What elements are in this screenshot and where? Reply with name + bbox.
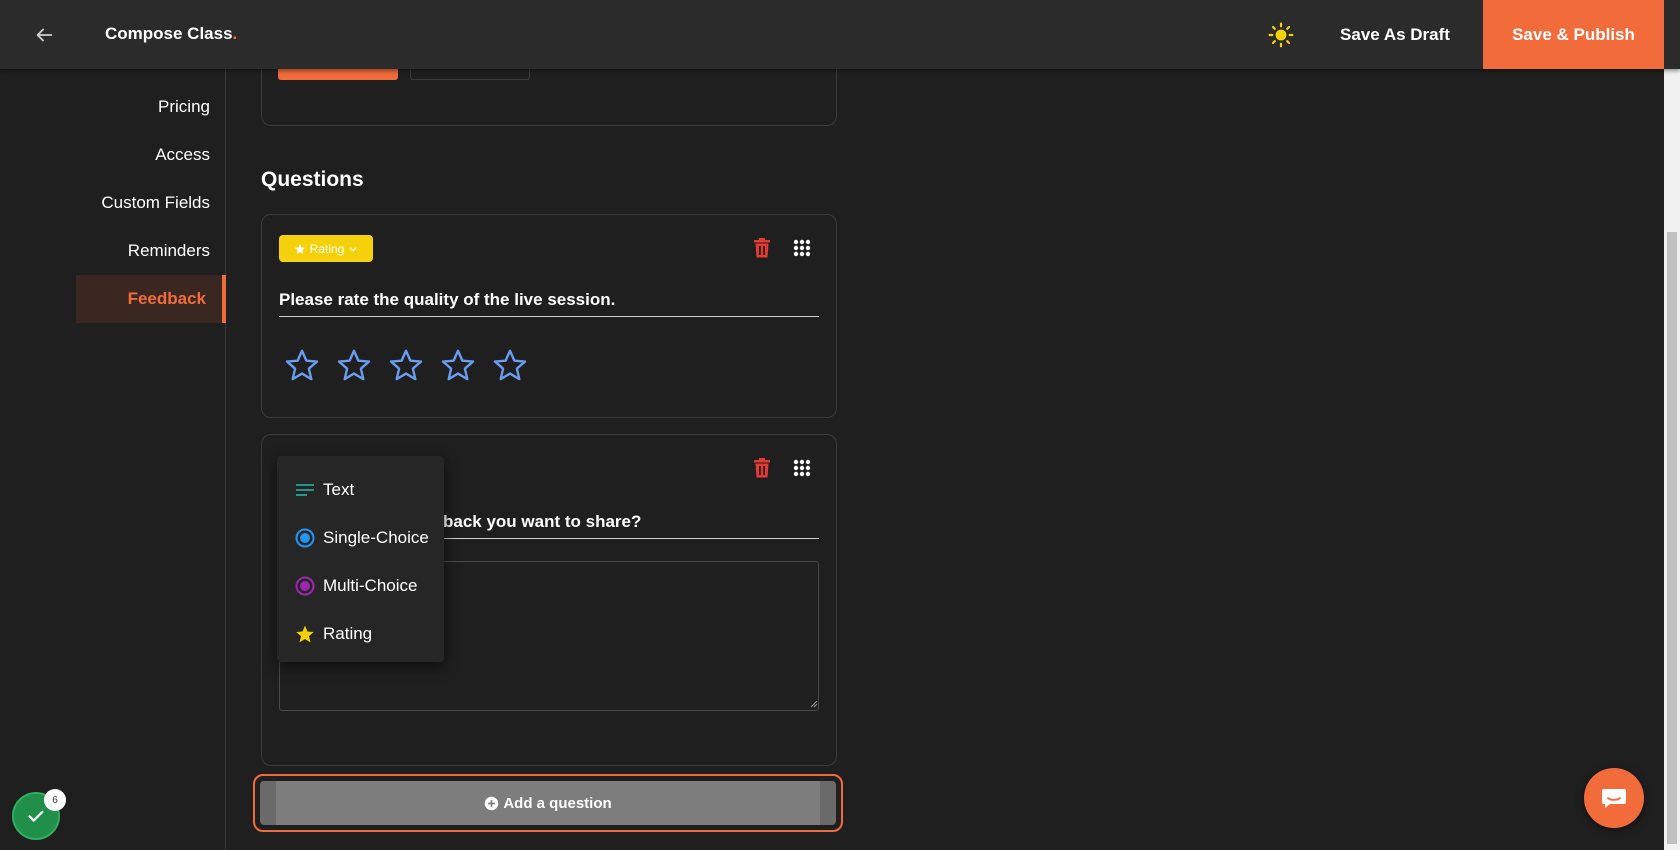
delete-question-button[interactable] xyxy=(749,235,775,261)
radio-icon xyxy=(295,528,315,548)
sun-icon xyxy=(1268,22,1294,48)
text-lines-icon xyxy=(295,480,315,500)
menu-item-label: Single-Choice xyxy=(323,528,429,547)
delete-question-button[interactable] xyxy=(749,455,775,481)
star-icon[interactable] xyxy=(388,347,424,383)
chevron-down-icon xyxy=(349,246,357,252)
sidebar-item-feedback[interactable]: Feedback xyxy=(76,275,226,323)
menu-item-multi-choice[interactable]: Multi-Choice xyxy=(277,562,444,610)
sidebar-item-access[interactable]: Access xyxy=(76,131,226,179)
add-question-button[interactable]: Add a question xyxy=(260,781,836,825)
grid-icon xyxy=(793,459,811,477)
question-type-label: Rating xyxy=(309,241,345,256)
menu-item-rating[interactable]: Rating xyxy=(277,610,444,658)
chat-launcher-button[interactable] xyxy=(1584,768,1644,828)
plus-circle-icon xyxy=(485,796,499,810)
star-icon[interactable] xyxy=(284,347,320,383)
chat-icon xyxy=(1602,789,1626,808)
menu-item-text[interactable]: Text xyxy=(277,466,444,514)
star-icon xyxy=(295,624,315,644)
trash-icon xyxy=(754,238,770,258)
star-icon xyxy=(294,243,305,254)
save-and-publish-button[interactable]: Save & Publish xyxy=(1483,0,1664,69)
menu-item-label: Multi-Choice xyxy=(323,576,418,595)
page-title: Compose Class. xyxy=(105,24,237,44)
page-title-text: Compose Class xyxy=(105,24,233,43)
top-bar: Compose Class. Save As Draft Save & Publ… xyxy=(0,0,1680,69)
sidebar-item-pricing[interactable]: Pricing xyxy=(76,83,226,131)
star-icon[interactable] xyxy=(492,347,528,383)
save-as-draft-button[interactable]: Save As Draft xyxy=(1330,0,1460,69)
star-icon[interactable] xyxy=(336,347,372,383)
radio-icon xyxy=(295,576,315,596)
resize-handle-icon[interactable] xyxy=(808,698,818,708)
menu-item-label: Text xyxy=(323,480,355,499)
star-icon[interactable] xyxy=(440,347,476,383)
menu-item-label: Rating xyxy=(323,624,373,643)
question-type-dropdown[interactable]: Rating xyxy=(279,235,373,262)
questions-heading: Questions xyxy=(261,168,364,191)
question-type-menu: Text Single-Choice Multi-Choice Rating xyxy=(277,456,444,662)
check-icon xyxy=(28,810,44,822)
sidebar-item-custom-fields[interactable]: Custom Fields xyxy=(76,179,226,227)
title-dot: . xyxy=(232,24,238,43)
sidebar-item-reminders[interactable]: Reminders xyxy=(76,227,226,275)
question-title-input[interactable]: Please rate the quality of the live sess… xyxy=(279,283,819,317)
scrollbar-thumb[interactable] xyxy=(1667,232,1677,844)
arrow-left-icon xyxy=(36,28,53,42)
checklist-count-badge: 6 xyxy=(44,789,66,811)
add-question-label: Add a question xyxy=(503,794,612,812)
grid-icon xyxy=(793,239,811,257)
drag-handle-button[interactable] xyxy=(789,455,815,481)
drag-handle-button[interactable] xyxy=(789,235,815,261)
back-button[interactable] xyxy=(28,20,60,50)
theme-toggle-button[interactable] xyxy=(1266,20,1296,50)
trash-icon xyxy=(754,458,770,478)
add-question-focus-ring: Add a question xyxy=(253,774,843,832)
menu-item-single-choice[interactable]: Single-Choice xyxy=(277,514,444,562)
question-card-rating: Rating Please rate the quality of the li… xyxy=(261,214,837,418)
rating-stars xyxy=(284,347,528,383)
